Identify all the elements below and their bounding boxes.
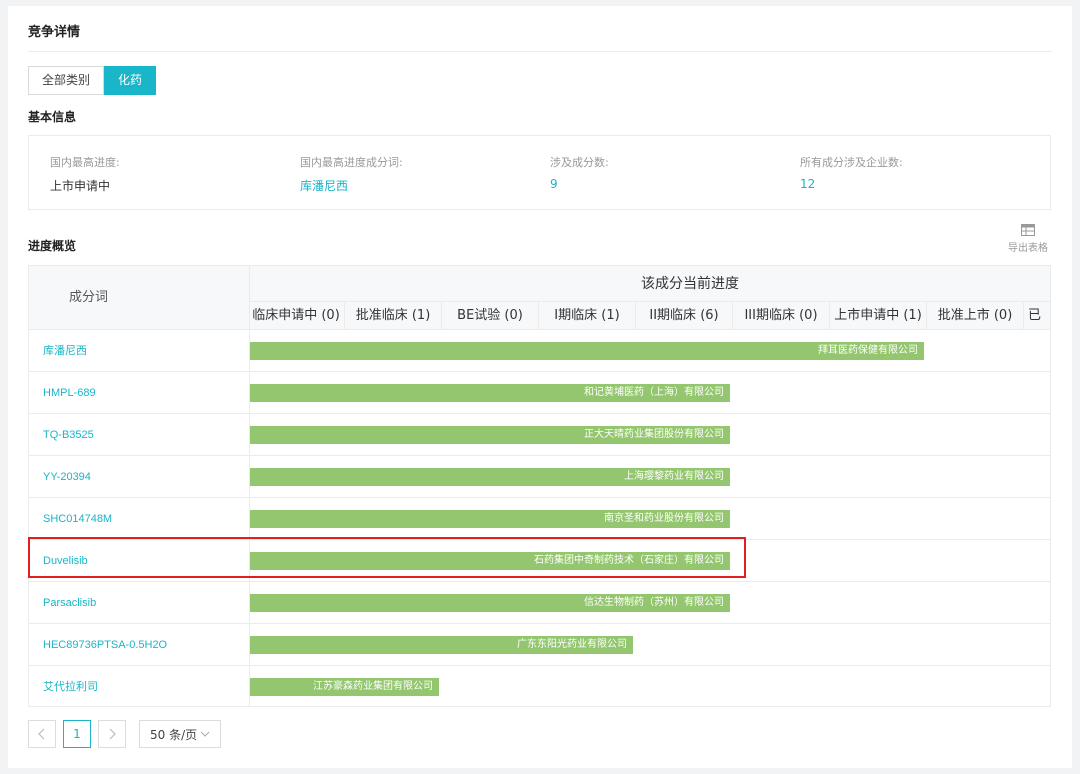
ingredient-link[interactable]: YY-20394: [29, 456, 250, 497]
category-tabs: 全部类别 化药: [28, 66, 157, 95]
table-row: 艾代拉利司 江苏豪森药业集团有限公司: [29, 666, 1050, 706]
info-value-link[interactable]: 12: [800, 177, 903, 191]
table-row: Duvelisib 石药集团中奇制药技术（石家庄）有限公司: [29, 540, 1050, 582]
page-number-button[interactable]: 1: [63, 720, 91, 748]
table-row: 库潘尼西 拜耳医药保健有限公司: [29, 330, 1050, 372]
basic-info-title: 基本信息: [28, 110, 77, 124]
stage-header: II期临床 (6): [636, 302, 733, 329]
ingredient-link[interactable]: HMPL-689: [29, 372, 250, 413]
info-highest-progress-ingredient: 国内最高进度成分词: 库潘尼西: [300, 154, 403, 194]
prev-page-button[interactable]: [28, 720, 56, 748]
table-export-icon: [1021, 224, 1035, 236]
stage-header: BE试验 (0): [442, 302, 539, 329]
table-row: Parsaclisib 信达生物制药（苏州）有限公司: [29, 582, 1050, 624]
stage-header: 已: [1024, 302, 1050, 329]
progress-bar: 广东东阳光药业有限公司: [250, 636, 633, 654]
progress-bar: 南京圣和药业股份有限公司: [250, 510, 730, 528]
info-value: 上市申请中: [50, 179, 111, 193]
chevron-down-icon: [200, 731, 210, 737]
pagination: 1 50 条/页: [28, 720, 222, 748]
tab-all-categories[interactable]: 全部类别: [28, 66, 105, 95]
basic-info-panel: 国内最高进度: 上市申请中 国内最高进度成分词: 库潘尼西 涉及成分数: 9 所…: [28, 135, 1051, 210]
ingredient-link[interactable]: HEC89736PTSA-0.5H2O: [29, 624, 250, 665]
page-title: 竞争详情: [28, 25, 81, 40]
progress-bar: 信达生物制药（苏州）有限公司: [250, 594, 730, 612]
info-label: 涉及成分数:: [550, 156, 609, 169]
table-row: HEC89736PTSA-0.5H2O 广东东阳光药业有限公司: [29, 624, 1050, 666]
progress-rows: 库潘尼西 拜耳医药保健有限公司 HMPL-689 和记黄埔医药（上海）有限公司 …: [29, 330, 1050, 706]
export-table-button[interactable]: 导出表格: [1005, 224, 1051, 254]
table-row: SHC014748M 南京圣和药业股份有限公司: [29, 498, 1050, 540]
next-page-button[interactable]: [98, 720, 126, 748]
ingredient-link[interactable]: Parsaclisib: [29, 582, 250, 623]
progress-overview-title: 进度概览: [28, 239, 77, 253]
ingredient-link[interactable]: 库潘尼西: [29, 330, 250, 371]
title-divider: [28, 51, 1052, 52]
ingredient-column-header: 成分词: [29, 266, 250, 330]
progress-table: 成分词 该成分当前进度 临床申请中 (0) 批准临床 (1) BE试验 (0) …: [28, 265, 1051, 707]
chevron-right-icon: [109, 728, 116, 740]
table-row: TQ-B3525 正大天晴药业集团股份有限公司: [29, 414, 1050, 456]
progress-bar: 上海璎黎药业有限公司: [250, 468, 730, 486]
stage-header: I期临床 (1): [539, 302, 636, 329]
stage-header: 临床申请中 (0): [250, 302, 345, 329]
info-company-count: 所有成分涉及企业数: 12: [800, 154, 903, 191]
table-row: HMPL-689 和记黄埔医药（上海）有限公司: [29, 372, 1050, 414]
competition-detail-card: 竞争详情 全部类别 化药 基本信息 国内最高进度: 上市申请中 国内最高进度成分…: [8, 6, 1072, 768]
stage-header: 上市申请中 (1): [830, 302, 927, 329]
info-label: 所有成分涉及企业数:: [800, 156, 903, 169]
table-row: YY-20394 上海璎黎药业有限公司: [29, 456, 1050, 498]
chevron-left-icon: [38, 728, 45, 740]
export-label: 导出表格: [1008, 243, 1048, 254]
progress-bar: 和记黄埔医药（上海）有限公司: [250, 384, 730, 402]
ingredient-link[interactable]: Duvelisib: [29, 540, 250, 581]
tab-chemical-drugs[interactable]: 化药: [104, 66, 157, 95]
info-label: 国内最高进度成分词:: [300, 156, 403, 169]
progress-column-header: 该成分当前进度 临床申请中 (0) 批准临床 (1) BE试验 (0) I期临床…: [250, 266, 1050, 330]
page-size-label: 50 条/页: [150, 727, 198, 742]
ingredient-link[interactable]: SHC014748M: [29, 498, 250, 539]
progress-header-title: 该成分当前进度: [250, 266, 1050, 302]
info-value-link[interactable]: 9: [550, 177, 609, 191]
page-size-select[interactable]: 50 条/页: [139, 720, 222, 748]
stage-header: 批准临床 (1): [345, 302, 442, 329]
progress-bar: 石药集团中奇制药技术（石家庄）有限公司: [250, 552, 730, 570]
info-label: 国内最高进度:: [50, 156, 120, 169]
info-value-link[interactable]: 库潘尼西: [300, 177, 403, 194]
info-highest-progress: 国内最高进度: 上市申请中: [50, 154, 120, 194]
stage-header: 批准上市 (0): [927, 302, 1024, 329]
progress-bar: 拜耳医药保健有限公司: [250, 342, 924, 360]
ingredient-link[interactable]: 艾代拉利司: [29, 666, 250, 706]
progress-bar: 正大天晴药业集团股份有限公司: [250, 426, 730, 444]
stage-header: III期临床 (0): [733, 302, 830, 329]
stage-headers: 临床申请中 (0) 批准临床 (1) BE试验 (0) I期临床 (1) II期…: [250, 302, 1050, 329]
progress-bar: 江苏豪森药业集团有限公司: [250, 678, 439, 696]
info-ingredient-count: 涉及成分数: 9: [550, 154, 609, 191]
ingredient-link[interactable]: TQ-B3525: [29, 414, 250, 455]
